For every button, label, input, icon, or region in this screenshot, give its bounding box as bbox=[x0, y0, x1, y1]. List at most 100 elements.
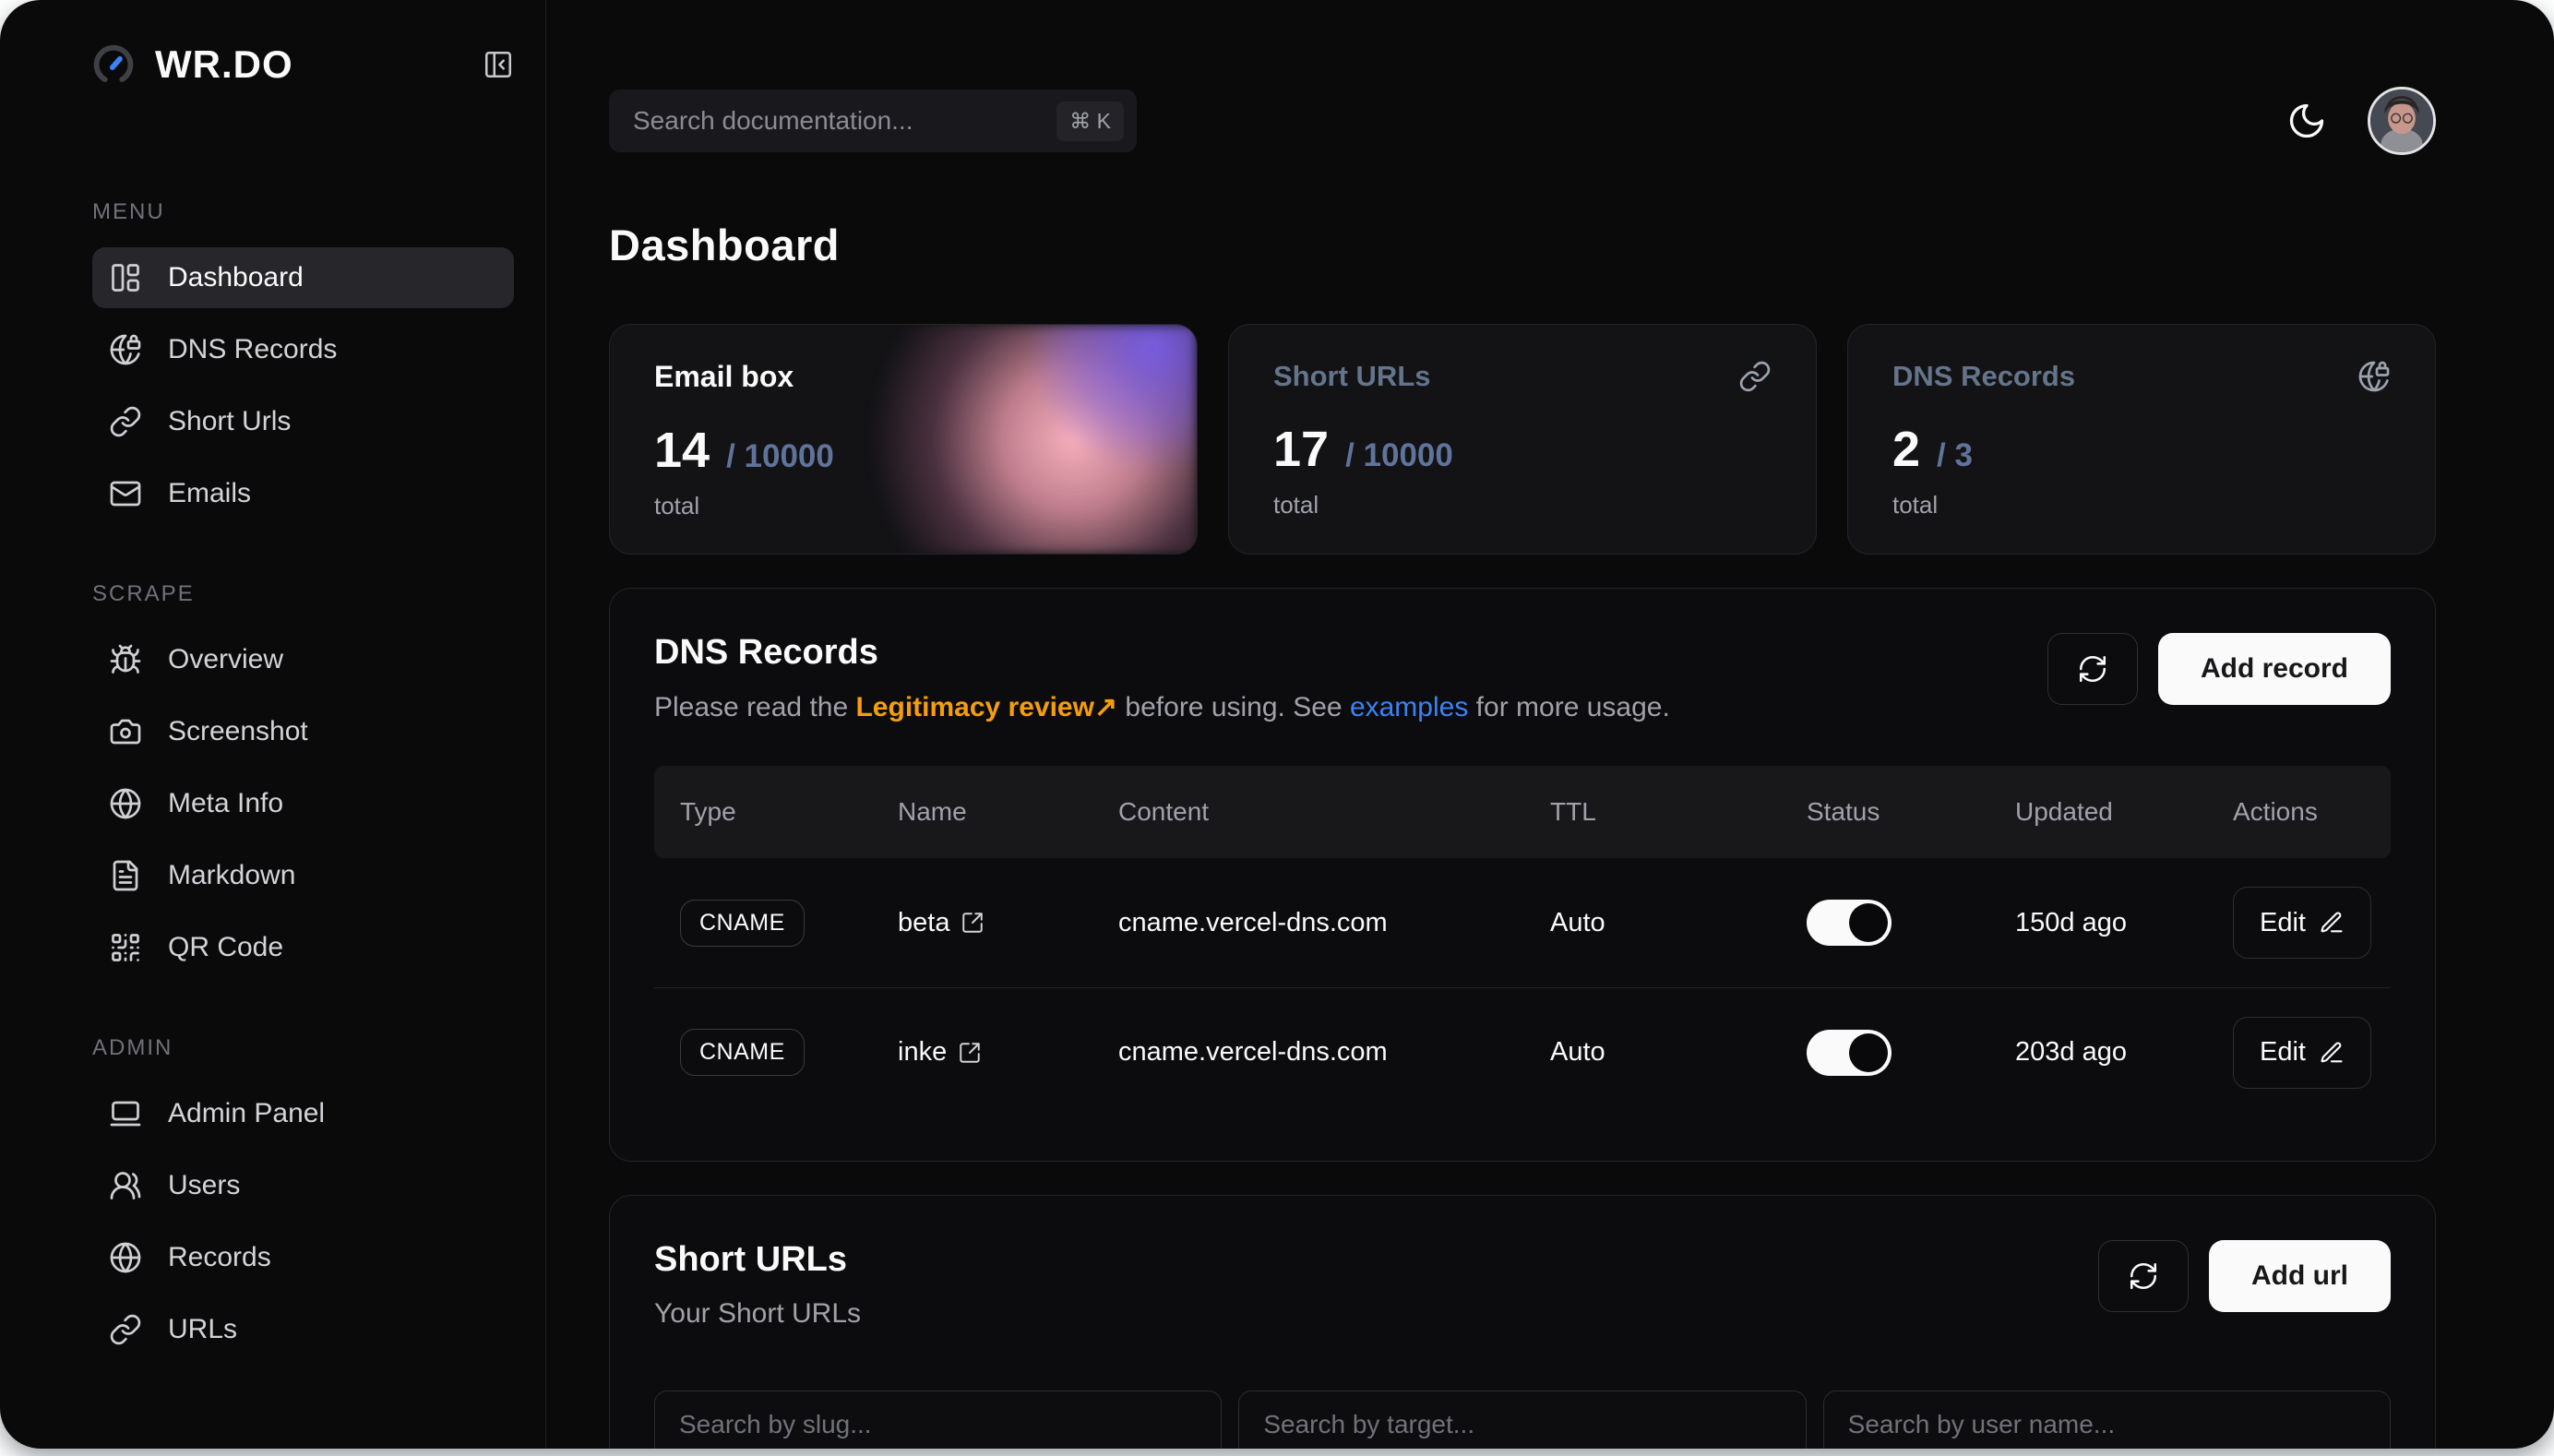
search-box: ⌘ K bbox=[609, 90, 1137, 152]
sidebar-item-label: Meta Info bbox=[168, 788, 283, 819]
urls-panel-subtitle: Your Short URLs bbox=[654, 1298, 861, 1330]
legitimacy-review-link[interactable]: Legitimacy review↗ bbox=[855, 692, 1117, 722]
stat-card-limit: / 10000 bbox=[1345, 437, 1453, 474]
edit-button[interactable]: Edit bbox=[2233, 887, 2371, 959]
stat-card-limit: / 10000 bbox=[726, 438, 834, 475]
link-icon bbox=[1738, 360, 1772, 393]
subtitle-text: for more usage. bbox=[1468, 692, 1669, 722]
dns-panel-subtitle: Please read the Legitimacy review↗ befor… bbox=[654, 691, 1670, 723]
search-by-slug-input[interactable] bbox=[654, 1390, 1222, 1449]
camera-icon bbox=[109, 715, 142, 748]
sidebar-item-label: Markdown bbox=[168, 860, 295, 891]
record-updated: 203d ago bbox=[1989, 1037, 2207, 1068]
sidebar-item-label: Dashboard bbox=[168, 262, 304, 293]
stat-card-email-box: Email box 14 / 10000 total bbox=[609, 324, 1198, 555]
nav-section-menu: MENU Dashboard DNS Records Short Urls bbox=[92, 199, 514, 524]
avatar-image bbox=[2370, 90, 2433, 152]
stat-card-value: 14 bbox=[654, 422, 710, 479]
link-icon bbox=[109, 405, 142, 438]
add-url-button[interactable]: Add url bbox=[2209, 1240, 2391, 1312]
stat-card-caption: total bbox=[654, 492, 1152, 520]
gauge-logo-icon bbox=[92, 43, 135, 86]
refresh-button[interactable] bbox=[2047, 633, 2138, 705]
sidebar-item-overview[interactable]: Overview bbox=[92, 629, 514, 690]
stat-card-dns-records: DNS Records 2 / 3 total bbox=[1847, 324, 2436, 555]
toggle-knob bbox=[1849, 903, 1888, 942]
column-header: Content bbox=[1092, 797, 1524, 827]
sidebar-item-markdown[interactable]: Markdown bbox=[92, 845, 514, 906]
sidebar-collapse-button[interactable] bbox=[483, 49, 514, 80]
external-link-icon[interactable] bbox=[961, 911, 985, 935]
qr-code-icon bbox=[109, 931, 142, 964]
theme-toggle-button[interactable] bbox=[2286, 101, 2327, 141]
status-toggle[interactable] bbox=[1807, 900, 1892, 946]
sidebar-item-screenshot[interactable]: Screenshot bbox=[92, 701, 514, 762]
sidebar-item-dashboard[interactable]: Dashboard bbox=[92, 247, 514, 308]
sidebar-item-label: Screenshot bbox=[168, 716, 308, 747]
sidebar-item-label: Users bbox=[168, 1170, 240, 1201]
dns-panel-title: DNS Records bbox=[654, 633, 1670, 673]
main-content: ⌘ K bbox=[546, 0, 2554, 1449]
sidebar-item-qr-code[interactable]: QR Code bbox=[92, 917, 514, 978]
column-header: Status bbox=[1781, 797, 1989, 827]
status-toggle[interactable] bbox=[1807, 1030, 1892, 1076]
users-icon bbox=[109, 1169, 142, 1202]
arrow-up-right-icon: ↗ bbox=[1094, 692, 1117, 722]
table-row: CNAME inke cname.vercel-dns.com Auto 203… bbox=[654, 987, 2391, 1116]
sidebar-item-users[interactable]: Users bbox=[92, 1155, 514, 1216]
panel-left-close-icon bbox=[483, 49, 514, 80]
link-text: Legitimacy review bbox=[855, 692, 1093, 722]
record-type-badge: CNAME bbox=[680, 1029, 805, 1076]
topbar-right bbox=[2286, 87, 2436, 155]
subtitle-text: Please read the bbox=[654, 692, 855, 722]
sidebar-item-label: Short Urls bbox=[168, 406, 291, 437]
stat-cards: Email box 14 / 10000 total Short URLs 17 bbox=[609, 324, 2436, 555]
refresh-button[interactable] bbox=[2098, 1240, 2189, 1312]
stat-card-caption: total bbox=[1892, 491, 2391, 519]
layout-panel-left-icon bbox=[109, 261, 142, 294]
sidebar-item-meta-info[interactable]: Meta Info bbox=[92, 773, 514, 834]
external-link-icon[interactable] bbox=[958, 1041, 982, 1065]
sidebar-item-dns-records[interactable]: DNS Records bbox=[92, 319, 514, 380]
examples-link[interactable]: examples bbox=[1350, 692, 1468, 722]
nav-section-label: ADMIN bbox=[92, 1035, 514, 1061]
stat-card-title: DNS Records bbox=[1892, 360, 2075, 393]
dns-records-table: Type Name Content TTL Status Updated Act… bbox=[654, 766, 2391, 1116]
search-by-user-name-input[interactable] bbox=[1823, 1390, 2391, 1449]
bug-icon bbox=[109, 643, 142, 676]
stat-card-value: 2 bbox=[1892, 421, 1920, 478]
globe-icon bbox=[109, 1241, 142, 1274]
sidebar-item-label: Overview bbox=[168, 644, 283, 675]
nav-section-label: SCRAPE bbox=[92, 581, 514, 607]
sidebar-item-label: Records bbox=[168, 1242, 271, 1273]
stat-card-title: Email box bbox=[654, 360, 794, 394]
record-ttl: Auto bbox=[1524, 908, 1781, 938]
sidebar-item-admin-panel[interactable]: Admin Panel bbox=[92, 1083, 514, 1144]
sidebar-item-short-urls[interactable]: Short Urls bbox=[92, 391, 514, 452]
sidebar-item-records[interactable]: Records bbox=[92, 1227, 514, 1288]
column-header: TTL bbox=[1524, 797, 1781, 827]
record-content: cname.vercel-dns.com bbox=[1092, 1037, 1524, 1068]
sidebar-item-label: URLs bbox=[168, 1314, 237, 1345]
add-record-button[interactable]: Add record bbox=[2158, 633, 2391, 705]
stat-card-short-urls: Short URLs 17 / 10000 total bbox=[1228, 324, 1817, 555]
sidebar-item-label: DNS Records bbox=[168, 334, 337, 365]
edit-button[interactable]: Edit bbox=[2233, 1017, 2371, 1089]
sidebar-item-label: QR Code bbox=[168, 932, 283, 963]
search-by-target-input[interactable] bbox=[1238, 1390, 1806, 1449]
record-name: inke bbox=[898, 1037, 947, 1068]
table-header: Type Name Content TTL Status Updated Act… bbox=[654, 766, 2391, 858]
pen-icon bbox=[2319, 1040, 2345, 1066]
user-avatar[interactable] bbox=[2368, 87, 2436, 155]
page-title: Dashboard bbox=[609, 220, 2436, 270]
logo[interactable]: WR.DO bbox=[92, 42, 293, 87]
stat-card-value: 17 bbox=[1273, 421, 1329, 478]
app-window: WR.DO MENU Dashboard DNS Records bbox=[0, 0, 2554, 1449]
column-header: Name bbox=[872, 797, 1092, 827]
record-ttl: Auto bbox=[1524, 1037, 1781, 1068]
file-text-icon bbox=[109, 859, 142, 892]
link-icon bbox=[109, 1313, 142, 1346]
sidebar-item-urls[interactable]: URLs bbox=[92, 1299, 514, 1360]
sidebar-item-emails[interactable]: Emails bbox=[92, 463, 514, 524]
moon-icon bbox=[2286, 101, 2327, 141]
